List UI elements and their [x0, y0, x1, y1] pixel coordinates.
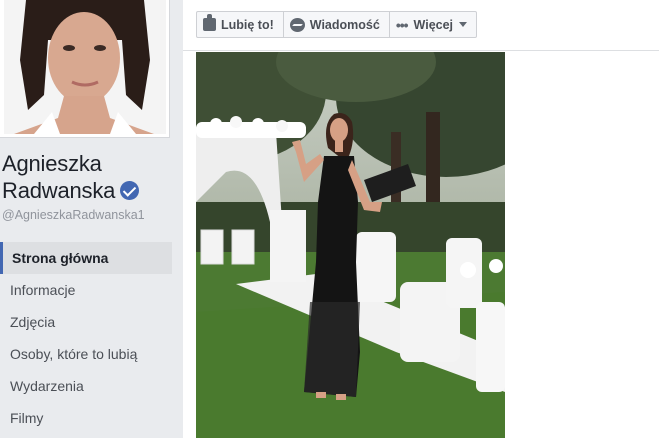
profile-picture[interactable]: [4, 0, 166, 134]
page-name-surname[interactable]: Radwanska: [2, 178, 115, 203]
more-dots-icon: •••: [395, 16, 409, 33]
thumbs-up-icon: [203, 14, 216, 31]
nav-item-home[interactable]: Strona główna: [0, 242, 172, 274]
left-sidebar: Agnieszka Radwanska @AgnieszkaRadwanska1…: [0, 0, 183, 438]
page-username[interactable]: @AgnieszkaRadwanska1: [2, 208, 145, 222]
more-button[interactable]: ••• Więcej: [388, 11, 478, 38]
nav-item-events[interactable]: Wydarzenia: [0, 370, 172, 402]
header-divider: [183, 50, 659, 51]
page-nav: Strona główna Informacje Zdjęcia Osoby, …: [0, 242, 172, 434]
like-button-label: Lubię to!: [221, 17, 274, 32]
like-button[interactable]: Lubię to!: [196, 11, 284, 38]
chevron-down-icon: [459, 22, 468, 27]
post-photo[interactable]: [196, 52, 505, 438]
page-name[interactable]: Agnieszka Radwanska: [2, 150, 140, 204]
message-button[interactable]: Wiadomość: [282, 11, 390, 38]
verified-badge-icon: [120, 181, 140, 200]
nav-item-likes[interactable]: Osoby, które to lubią: [0, 338, 172, 370]
message-button-label: Wiadomość: [309, 17, 380, 32]
nav-item-about[interactable]: Informacje: [0, 274, 172, 306]
nav-item-videos[interactable]: Filmy: [0, 402, 172, 434]
photo-image: [196, 52, 505, 438]
nav-item-photos[interactable]: Zdjęcia: [0, 306, 172, 338]
page-action-bar: Lubię to! Wiadomość ••• Więcej: [196, 11, 478, 38]
more-button-label: Więcej: [413, 17, 454, 32]
page-name-line-1[interactable]: Agnieszka: [2, 150, 139, 177]
messenger-icon: [289, 17, 305, 32]
page-name-line-2[interactable]: Radwanska: [2, 177, 140, 204]
profile-picture-frame[interactable]: [0, 0, 170, 138]
